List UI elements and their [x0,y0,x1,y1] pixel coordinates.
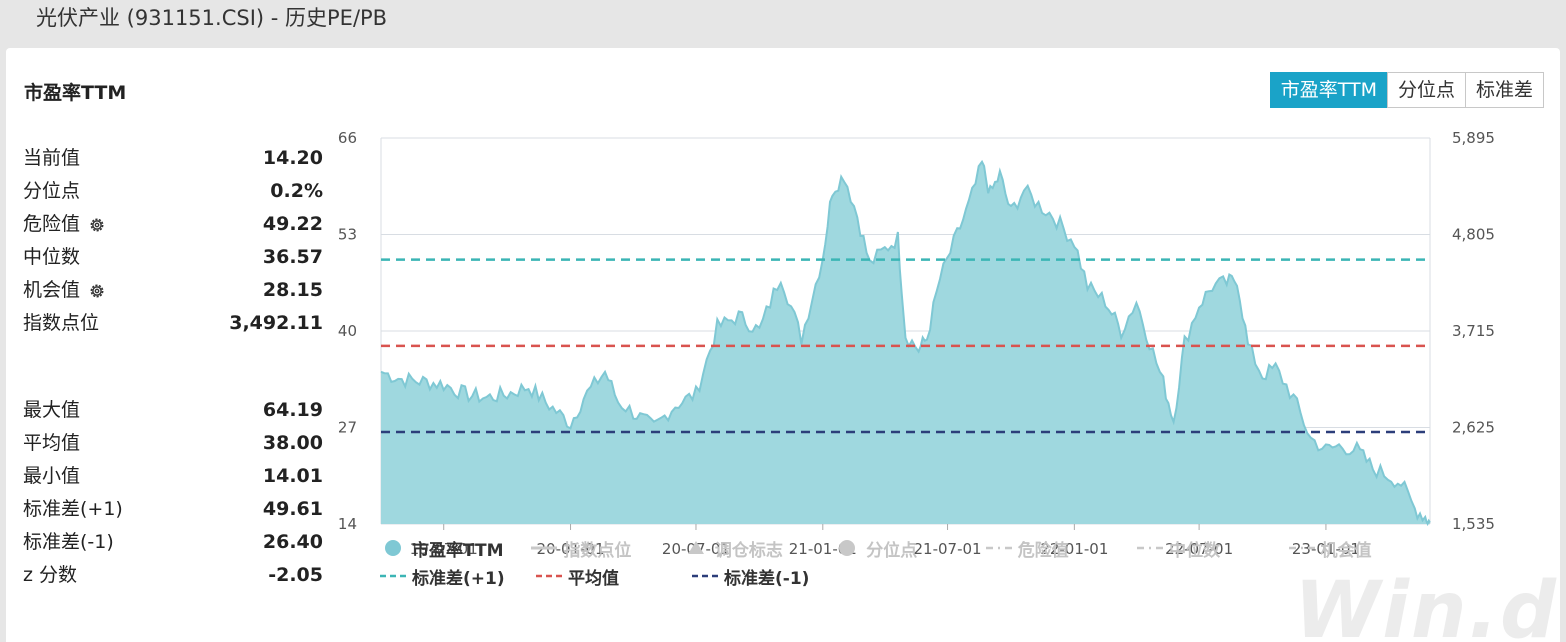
legend-dash-icon [380,574,406,578]
legend-item[interactable]: 机会值 [1288,536,1440,561]
y-tick-label: 14 [338,515,357,533]
legend-label: 危险值 [1017,540,1069,561]
pe-area-fill [381,161,1430,525]
y2-tick-label: 5,895 [1452,129,1495,147]
legend-label: 市盈率TTM [412,540,504,561]
legend-dashdot-icon [1137,546,1164,550]
legend-dashdot-icon [985,546,1012,550]
legend-dash-icon [536,574,562,578]
y2-tick-label: 1,535 [1452,515,1495,533]
legend-label: 中位数 [1169,540,1221,561]
legend-label: 机会值 [1320,540,1372,561]
y-tick-label: 53 [338,226,357,244]
legend-item[interactable]: 指数点位 [531,536,682,561]
legend-circle-icon [839,540,856,556]
legend-item[interactable]: 危险值 [985,536,1137,561]
legend-item[interactable]: 市盈率TTM [380,536,531,561]
legend-item[interactable]: 标准差(+1) [380,564,536,589]
legend-row-2: 标准差(+1) 平均值 标准差(-1) [380,562,1440,590]
wind-watermark: Win.d [1294,566,1558,642]
y2-tick-label: 3,715 [1452,322,1495,340]
legend-line-icon [531,546,558,550]
legend-dash-icon [692,574,718,578]
legend-item[interactable]: 标准差(-1) [692,564,848,589]
y-tick-label: 40 [338,322,357,340]
legend-item[interactable]: 分位点 [834,536,985,561]
legend-triangle-icon [687,541,704,554]
legend-item[interactable]: 平均值 [536,564,692,589]
legend-item[interactable]: 中位数 [1137,536,1288,561]
y2-tick-label: 2,625 [1452,419,1495,437]
legend-label: 标准差(+1) [412,568,505,589]
y-tick-label: 27 [338,419,357,437]
legend-label: 分位点 [866,540,918,561]
chart-legend: 市盈率TTM 指数点位 调仓标志 分位点 危险值 中位数 机会值 标准差(+1) 平均值 标准差… [380,534,1440,590]
y-tick-label: 66 [338,129,357,147]
legend-dashdot-icon [1288,546,1315,550]
legend-label: 指数点位 [563,540,632,561]
legend-circle-icon [385,540,401,556]
legend-item[interactable]: 调仓标志 [683,536,834,561]
legend-row-1: 市盈率TTM 指数点位 调仓标志 分位点 危险值 中位数 机会值 [380,534,1440,562]
legend-label: 平均值 [568,568,619,589]
legend-label: 标准差(-1) [724,568,810,589]
legend-label: 调仓标志 [714,540,783,561]
y2-tick-label: 4,805 [1452,226,1495,244]
